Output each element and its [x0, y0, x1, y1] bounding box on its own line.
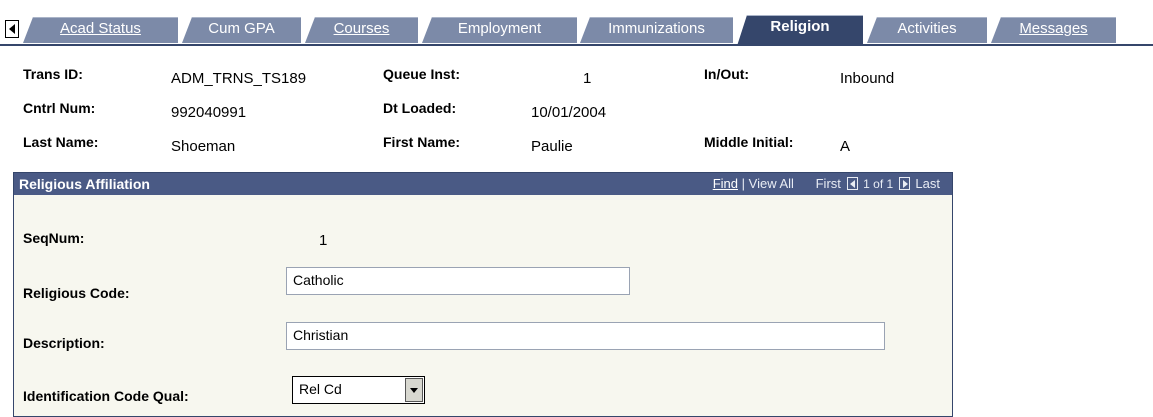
tab-acad-status[interactable]: Acad Status	[23, 17, 178, 43]
first-label: First	[815, 176, 841, 191]
description-input[interactable]: Christian	[286, 322, 885, 350]
seqnum-label: SeqNum:	[23, 230, 85, 246]
previous-icon[interactable]	[846, 177, 858, 190]
in-out-value: Inbound	[840, 70, 895, 87]
tab-label: Religion	[770, 18, 830, 35]
id-code-qual-select[interactable]: Rel Cd	[292, 376, 425, 404]
chevron-down-icon[interactable]	[405, 378, 423, 402]
in-out-label: In/Out:	[704, 66, 750, 82]
tab-cum-gpa[interactable]: Cum GPA	[182, 17, 301, 43]
tab-label: Immunizations	[608, 20, 705, 37]
trans-id-label: Trans ID:	[23, 66, 83, 82]
id-code-qual-value: Rel Cd	[299, 381, 342, 397]
tab-activities[interactable]: Activities	[867, 17, 987, 43]
tab-label: Employment	[457, 20, 542, 37]
queue-inst-value: 1	[583, 70, 592, 87]
religious-code-input[interactable]: Catholic	[286, 267, 630, 295]
queue-inst-label: Queue Inst:	[383, 66, 461, 82]
id-code-qual-label: Identification Code Qual:	[23, 388, 189, 404]
panel-nav: Find | View All First 1 of 1 Last	[713, 173, 940, 195]
nav-separator: |	[741, 176, 746, 191]
tab-courses[interactable]: Courses	[305, 17, 418, 43]
last-name-value: Shoeman	[171, 138, 236, 155]
tab-immunizations[interactable]: Immunizations	[580, 17, 733, 43]
panel-header: Religious Affiliation Find | View All Fi…	[14, 173, 952, 195]
dt-loaded-value: 10/01/2004	[531, 104, 607, 121]
find-link[interactable]: Find	[713, 176, 738, 191]
scroll-left-icon[interactable]	[5, 20, 19, 38]
tab-employment[interactable]: Employment	[422, 17, 577, 43]
tab-strip: Acad Status Cum GPA Courses Employment I…	[0, 0, 1153, 46]
view-all-link[interactable]: View All	[749, 176, 794, 191]
last-name-label: Last Name:	[23, 134, 99, 150]
religious-code-label: Religious Code:	[23, 285, 130, 301]
tab-label: Messages	[1019, 20, 1088, 37]
religious-affiliation-panel: Religious Affiliation Find | View All Fi…	[13, 172, 953, 417]
first-name-label: First Name:	[383, 134, 461, 150]
first-name-value: Paulie	[531, 138, 573, 155]
tab-label: Acad Status	[60, 20, 141, 37]
tab-label: Activities	[897, 20, 957, 37]
tab-label: Cum GPA	[208, 20, 275, 37]
next-icon[interactable]	[898, 177, 910, 190]
cntrl-num-value: 992040991	[171, 104, 247, 121]
middle-initial-label: Middle Initial:	[704, 134, 794, 150]
middle-initial-value: A	[840, 138, 851, 155]
tab-religion[interactable]: Religion	[737, 15, 863, 46]
seqnum-value: 1	[319, 232, 328, 249]
row-counter: 1 of 1	[863, 177, 894, 191]
description-label: Description:	[23, 335, 105, 351]
last-label: Last	[915, 176, 940, 191]
panel-title: Religious Affiliation	[19, 176, 150, 192]
cntrl-num-label: Cntrl Num:	[23, 100, 96, 116]
dt-loaded-label: Dt Loaded:	[383, 100, 457, 116]
tab-label: Courses	[333, 20, 390, 37]
tab-messages[interactable]: Messages	[991, 17, 1116, 43]
tab-baseline	[0, 44, 1153, 46]
trans-id-value: ADM_TRNS_TS189	[171, 70, 307, 87]
